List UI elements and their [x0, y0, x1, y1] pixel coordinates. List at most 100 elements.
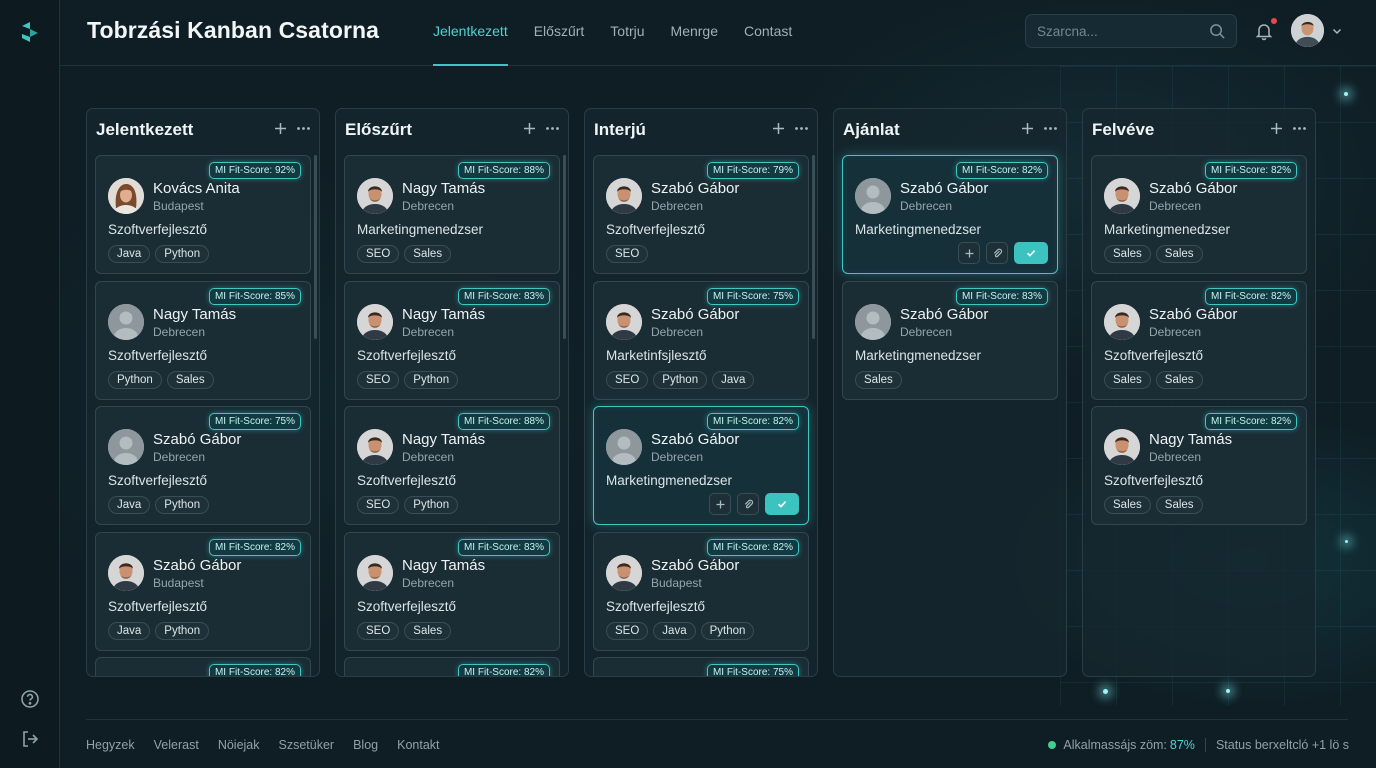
plus-icon	[716, 500, 724, 508]
notifications-button[interactable]	[1254, 18, 1277, 41]
skill-tags: Java Python	[108, 621, 210, 640]
nav-item-contast[interactable]: Contast	[744, 0, 792, 66]
candidate-card[interactable]: MI Fit-Score: 92% Kovács Anita Budapest Szo…	[95, 155, 311, 274]
candidate-card[interactable]: MI Fit-Score: 82% Szabó Gábor Debrecen Szof…	[1091, 280, 1307, 400]
nav-item-jelentkezett[interactable]: Jelentkezett	[433, 0, 508, 66]
skill-tags: Sales	[855, 370, 902, 389]
paperclip-icon	[744, 499, 753, 508]
candidate-name: Nagy Tamás	[402, 180, 486, 197]
main-nav: Jelentkezett Előszűrt Totrju Menrge Cont…	[433, 0, 818, 66]
skill-tag: Sales	[1104, 370, 1151, 389]
footer-link[interactable]: Nöiejak	[218, 738, 260, 752]
candidate-card[interactable]: MI Fit-Score: 82%	[344, 657, 560, 676]
skill-tag: Python	[155, 496, 210, 514]
sparkle	[1344, 92, 1348, 96]
candidate-role: Szoftverfejlesztő	[108, 598, 208, 614]
add-card-button[interactable]	[1269, 121, 1284, 141]
candidate-card[interactable]: MI Fit-Score: 82% Szabó Gábor Budapest Szof…	[593, 531, 809, 651]
candidate-name: Szabó Gábor	[1149, 180, 1238, 197]
column-scrollbar[interactable]	[563, 155, 566, 339]
skill-tags: Java Python	[108, 496, 210, 514]
candidate-card[interactable]: MI Fit-Score: 82% Szabó Gábor Debrecen Mark…	[1091, 155, 1307, 274]
logout-icon[interactable]	[20, 729, 40, 749]
candidate-role: Szoftverfejlesztő	[606, 598, 706, 614]
skill-tags: Sales Sales	[1104, 245, 1203, 263]
candidate-avatar	[1104, 429, 1140, 465]
candidate-card[interactable]: MI Fit-Score: 83% Szabó Gábor Debrecen Mark…	[842, 280, 1058, 400]
column-menu-button[interactable]	[1043, 121, 1058, 141]
kanban-column: Interjú MI Fit-Score: 79% Szabó Gábor Debre…	[584, 108, 818, 677]
candidate-name: Nagy Tamás	[402, 305, 486, 323]
candidate-card[interactable]: MI Fit-Score: 85% Nagy Tamás Debrecen Szoft…	[95, 280, 311, 400]
skill-tag: SEO	[606, 621, 649, 640]
logo-icon[interactable]	[18, 20, 42, 44]
candidate-card[interactable]: MI Fit-Score: 75%	[593, 657, 809, 676]
attach-button[interactable]	[737, 493, 759, 515]
fit-score-badge: MI Fit-Score: 82%	[1204, 162, 1297, 179]
add-note-button[interactable]	[958, 242, 980, 264]
candidate-card[interactable]: MI Fit-Score: 75% Szabó Gábor Debrecen Szof…	[95, 406, 311, 525]
skill-tag: Sales	[1104, 496, 1151, 514]
skill-tags: SEO Python	[357, 370, 459, 389]
skill-tags: SEO Java Python	[606, 621, 755, 640]
candidate-city: Budapest	[651, 575, 702, 590]
help-icon[interactable]	[20, 689, 40, 709]
column-actions	[771, 121, 809, 141]
approve-button[interactable]	[1014, 242, 1048, 264]
candidate-card[interactable]: MI Fit-Score: 79% Szabó Gábor Debrecen Szof…	[593, 155, 809, 274]
column-menu-button[interactable]	[1292, 121, 1307, 141]
column-menu-button[interactable]	[296, 121, 311, 141]
chevron-down-icon[interactable]	[1331, 25, 1343, 37]
approve-button[interactable]	[765, 493, 799, 515]
footer-link[interactable]: Hegyzek	[86, 738, 135, 752]
candidate-card[interactable]: MI Fit-Score: 88% Nagy Tamás Debrecen Marke…	[344, 155, 560, 274]
column-menu-button[interactable]	[794, 121, 809, 141]
user-avatar[interactable]	[1291, 14, 1324, 47]
bell-icon	[1255, 24, 1273, 41]
add-card-button[interactable]	[273, 121, 288, 141]
skill-tag: SEO	[357, 245, 400, 263]
footer-link[interactable]: Velerast	[154, 738, 199, 752]
candidate-card[interactable]: MI Fit-Score: 88% Nagy Tamás Debrecen Szoft…	[344, 406, 560, 525]
candidate-role: Szoftverfejlesztő	[1104, 347, 1204, 363]
footer-link[interactable]: Blog	[353, 738, 378, 752]
candidate-card[interactable]: MI Fit-Score: 82% Szabó Gábor Debrecen Mark…	[842, 155, 1058, 274]
search-icon[interactable]	[1209, 23, 1226, 40]
nav-item-menrge[interactable]: Menrge	[671, 0, 718, 66]
column-header: Interjú	[594, 119, 809, 143]
candidate-card[interactable]: MI Fit-Score: 83% Nagy Tamás Debrecen Szoft…	[344, 280, 560, 400]
add-card-button[interactable]	[522, 121, 537, 141]
footer-link[interactable]: Szsetüker	[279, 738, 335, 752]
candidate-avatar	[108, 178, 144, 214]
sparkle	[1345, 540, 1348, 543]
skill-tag: SEO	[357, 621, 400, 640]
more-icon	[546, 127, 559, 130]
nav-item-totrju[interactable]: Totrju	[610, 0, 644, 66]
nav-item-eloszurt[interactable]: Előszűrt	[534, 0, 585, 66]
fit-score-badge: MI Fit-Score: 82%	[457, 664, 550, 676]
candidate-role: Marketingmenedzser	[357, 222, 484, 237]
candidate-avatar	[606, 303, 642, 340]
candidate-avatar	[855, 303, 891, 340]
add-card-button[interactable]	[771, 121, 786, 141]
column-menu-button[interactable]	[545, 121, 560, 141]
attach-button[interactable]	[986, 242, 1008, 264]
search-input[interactable]	[1026, 15, 1196, 47]
status-label: Alkalmassájs zöm:	[1063, 738, 1167, 752]
add-card-button[interactable]	[1020, 121, 1035, 141]
candidate-card[interactable]: MI Fit-Score: 82% Szabó Gábor Debrecen Mark…	[593, 406, 809, 525]
fit-score-badge: MI Fit-Score: 82%	[706, 413, 799, 430]
column-actions	[1269, 121, 1307, 141]
skill-tags: SEO Sales	[357, 621, 452, 640]
column-scrollbar[interactable]	[314, 155, 317, 339]
candidate-card[interactable]: MI Fit-Score: 83% Nagy Tamás Debrecen Szoft…	[344, 531, 560, 651]
footer-link[interactable]: Kontakt	[397, 738, 439, 752]
column-scrollbar[interactable]	[812, 155, 815, 339]
column-actions	[1020, 121, 1058, 141]
candidate-card[interactable]: MI Fit-Score: 82% Szabó Gábor Budapest Szof…	[95, 531, 311, 651]
candidate-card[interactable]: MI Fit-Score: 75% Szabó Gábor Debrecen Mark…	[593, 280, 809, 400]
candidate-card[interactable]: MI Fit-Score: 82%	[95, 657, 311, 676]
candidate-card[interactable]: MI Fit-Score: 82% Nagy Tamás Debrecen Szoft…	[1091, 406, 1307, 525]
add-note-button[interactable]	[709, 493, 731, 515]
candidate-role: Szoftverfejlesztő	[1104, 473, 1204, 488]
